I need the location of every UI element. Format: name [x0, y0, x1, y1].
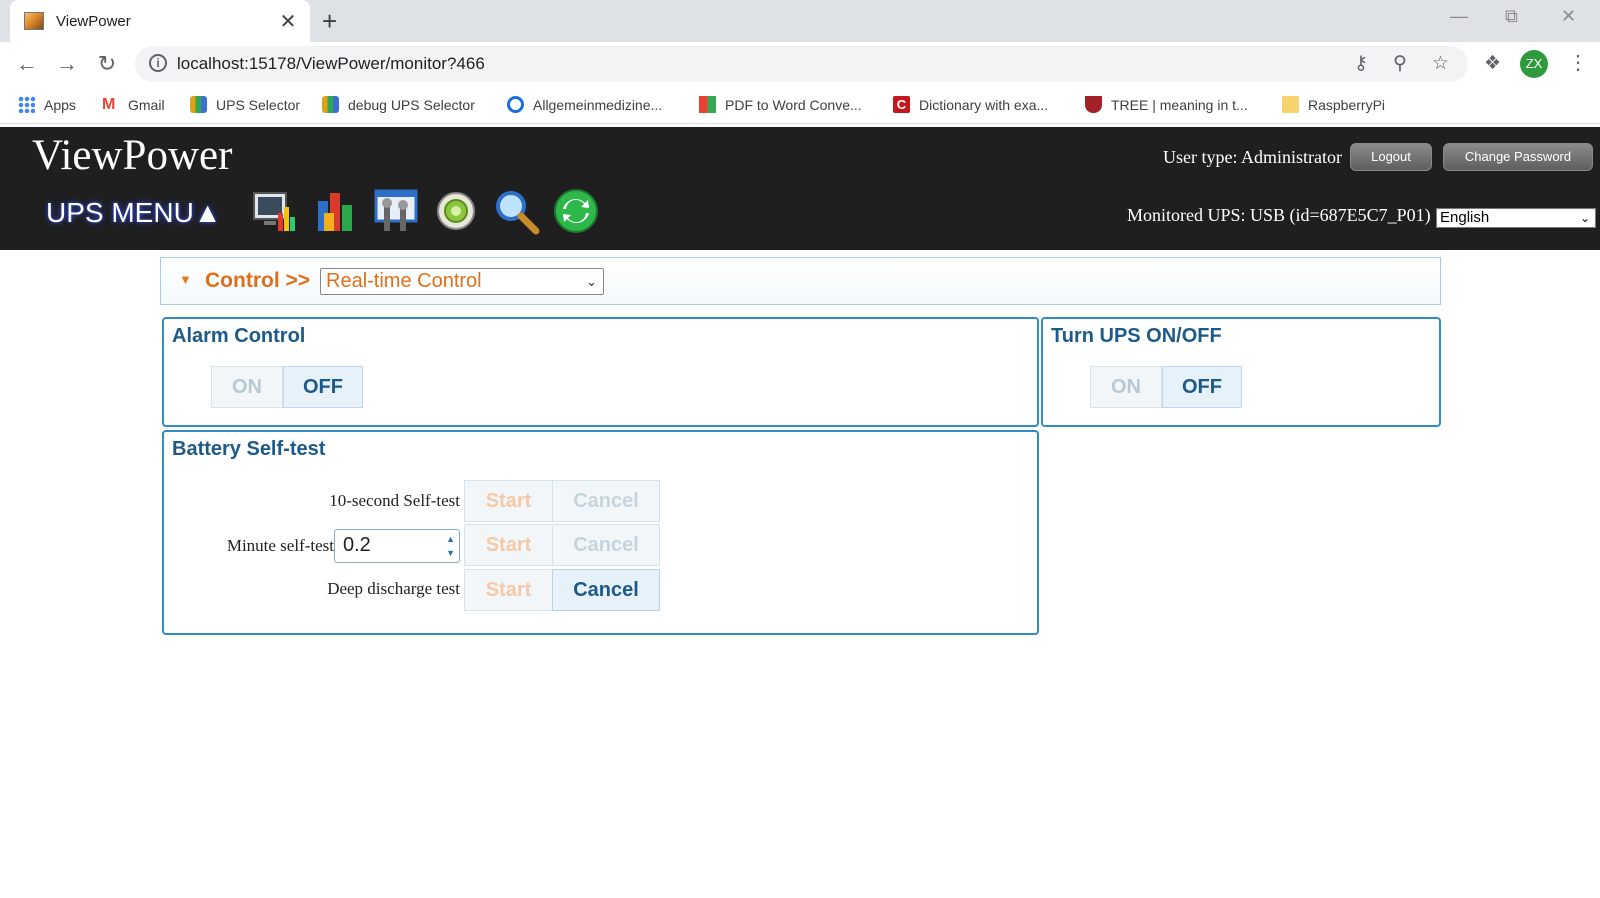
control-icon[interactable] — [432, 187, 480, 235]
forward-icon[interactable]: → — [53, 51, 81, 77]
back-icon[interactable]: ← — [13, 51, 41, 77]
ten-second-cancel-button[interactable]: Cancel — [552, 480, 660, 522]
alarm-off-button[interactable]: OFF — [283, 366, 363, 408]
bookmark-label: TREE | meaning in t... — [1111, 96, 1248, 113]
url-text[interactable]: localhost:15178/ViewPower/monitor?466 — [177, 54, 485, 74]
minute-cancel-button[interactable]: Cancel — [552, 524, 660, 566]
browser-menu-icon[interactable]: ⋮ — [1568, 50, 1588, 75]
chevron-down-icon: ⌄ — [1579, 211, 1590, 225]
apps-grid-icon — [18, 96, 35, 113]
bookmark-label: UPS Selector — [216, 96, 301, 113]
alarm-control-title: Alarm Control — [172, 325, 306, 347]
self-test-title: Battery Self-test — [172, 438, 326, 460]
stepper-arrows-icon[interactable]: ▲ ▼ — [446, 532, 455, 560]
minute-test-label: Minute self-test — [226, 536, 334, 555]
profile-avatar[interactable]: ZX — [1520, 50, 1548, 78]
viewpower-favicon-icon — [24, 12, 44, 30]
monitor-icon[interactable] — [250, 187, 298, 235]
control-page-value: Real-time Control — [326, 270, 482, 292]
browser-tab[interactable]: ViewPower ✕ — [10, 0, 310, 42]
ups-onoff-panel: Turn UPS ON/OFF ON OFF — [1041, 317, 1441, 427]
settings-icon[interactable] — [372, 187, 420, 235]
bookmark-dictionary[interactable]: C Dictionary with exa... — [893, 96, 1048, 113]
site-info-icon[interactable]: i — [149, 54, 167, 72]
bookmark-tree-meaning[interactable]: TREE | meaning in t... — [1085, 96, 1248, 113]
history-icon[interactable] — [312, 187, 360, 235]
restore-icon[interactable]: ⧉ — [1505, 6, 1518, 27]
star-icon[interactable]: ☆ — [1432, 52, 1449, 75]
collapse-arrow-icon[interactable]: ▼ — [179, 272, 192, 287]
deep-discharge-label: Deep discharge test — [327, 579, 460, 598]
pdf-word-icon — [699, 96, 716, 113]
control-page-select[interactable]: Real-time Control ⌄ — [320, 268, 604, 295]
zoom-icon[interactable]: ⚲ — [1393, 52, 1407, 75]
language-value: English — [1440, 209, 1490, 226]
bookmark-raspberrypi[interactable]: RaspberryPi — [1282, 96, 1385, 113]
dictionary-icon: C — [893, 96, 910, 113]
bookmark-debug-ups-selector[interactable]: debug UPS Selector — [322, 96, 475, 113]
breadcrumb: ▼ Control >> Real-time Control ⌄ — [160, 257, 1441, 305]
alarm-toggle: ON OFF — [211, 366, 363, 408]
bookmark-label: debug UPS Selector — [348, 96, 475, 113]
search-icon[interactable] — [492, 187, 540, 235]
folder-icon — [1282, 96, 1299, 113]
refresh-icon[interactable] — [552, 187, 600, 235]
cambridge-icon — [1085, 96, 1102, 113]
bookmark-label: Dictionary with exa... — [919, 96, 1049, 113]
window-close-icon[interactable]: ✕ — [1561, 6, 1576, 27]
bookmark-apps[interactable]: Apps — [18, 96, 76, 113]
bookmark-label: Gmail — [128, 96, 165, 113]
ups-toggle: ON OFF — [1090, 366, 1242, 408]
ups-selector-icon — [322, 96, 339, 113]
ups-off-button[interactable]: OFF — [1162, 366, 1242, 408]
extensions-icon[interactable]: ❖ — [1484, 52, 1501, 75]
ups-menu-button[interactable]: UPS MENU▲ — [46, 197, 222, 229]
minute-start-button[interactable]: Start — [464, 524, 553, 566]
new-tab-button[interactable]: + — [322, 6, 337, 37]
ten-second-start-button[interactable]: Start — [464, 480, 553, 522]
ups-onoff-title: Turn UPS ON/OFF — [1051, 325, 1222, 347]
alarm-control-panel: Alarm Control ON OFF — [162, 317, 1039, 427]
address-bar[interactable]: i localhost:15178/ViewPower/monitor?466 … — [135, 46, 1468, 82]
browser-toolbar: ← → ↻ i localhost:15178/ViewPower/monito… — [0, 42, 1600, 86]
tab-close-icon[interactable]: ✕ — [278, 9, 298, 34]
ups-selector-icon — [190, 96, 207, 113]
browser-tabstrip: ViewPower ✕ + — ⧉ ✕ — [0, 0, 1600, 42]
breadcrumb-section: Control >> — [205, 269, 311, 292]
key-icon[interactable]: ⚷ — [1354, 52, 1368, 75]
change-password-button[interactable]: Change Password — [1443, 143, 1593, 171]
bookmark-label: Apps — [44, 96, 76, 113]
bookmark-label: RaspberryPi — [1308, 96, 1386, 113]
bookmark-ups-selector[interactable]: UPS Selector — [190, 96, 300, 113]
chevron-down-icon: ⌄ — [586, 274, 597, 289]
alarm-on-button[interactable]: ON — [211, 366, 283, 408]
bookmark-gmail[interactable]: M Gmail — [102, 96, 165, 113]
minute-test-stepper[interactable]: 0.2 ▲ ▼ — [334, 529, 460, 563]
bookmark-label: PDF to Word Conve... — [725, 96, 862, 113]
bookmarks-bar: Apps M Gmail UPS Selector debug UPS Sele… — [0, 86, 1600, 124]
tab-title: ViewPower — [56, 12, 131, 30]
user-type: User type: Administrator — [1163, 147, 1342, 167]
reload-icon[interactable]: ↻ — [93, 51, 121, 77]
bookmark-allgemeinmedizine[interactable]: Allgemeinmedizine... — [507, 96, 662, 113]
app-header: ViewPower User type: Administrator Logou… — [0, 127, 1600, 250]
battery-self-test-panel: Battery Self-test 10-second Self-test St… — [162, 430, 1039, 635]
language-select[interactable]: English ⌄ — [1436, 208, 1596, 228]
app-brand: ViewPower — [32, 132, 233, 179]
ten-second-test-label: 10-second Self-test — [329, 491, 460, 510]
bookmark-pdf-to-word[interactable]: PDF to Word Conve... — [699, 96, 862, 113]
deep-discharge-start-button[interactable]: Start — [464, 569, 553, 611]
gmail-icon: M — [102, 96, 116, 113]
logout-button[interactable]: Logout — [1350, 143, 1432, 171]
allgemein-icon — [507, 96, 524, 113]
deep-discharge-cancel-button[interactable]: Cancel — [552, 569, 660, 611]
minute-test-value[interactable]: 0.2 — [343, 534, 371, 557]
ups-on-button[interactable]: ON — [1090, 366, 1162, 408]
minimize-icon[interactable]: — — [1450, 6, 1468, 27]
bookmark-label: Allgemeinmedizine... — [533, 96, 663, 113]
monitored-ups: Monitored UPS: USB (id=687E5C7_P01) — [1127, 205, 1431, 225]
